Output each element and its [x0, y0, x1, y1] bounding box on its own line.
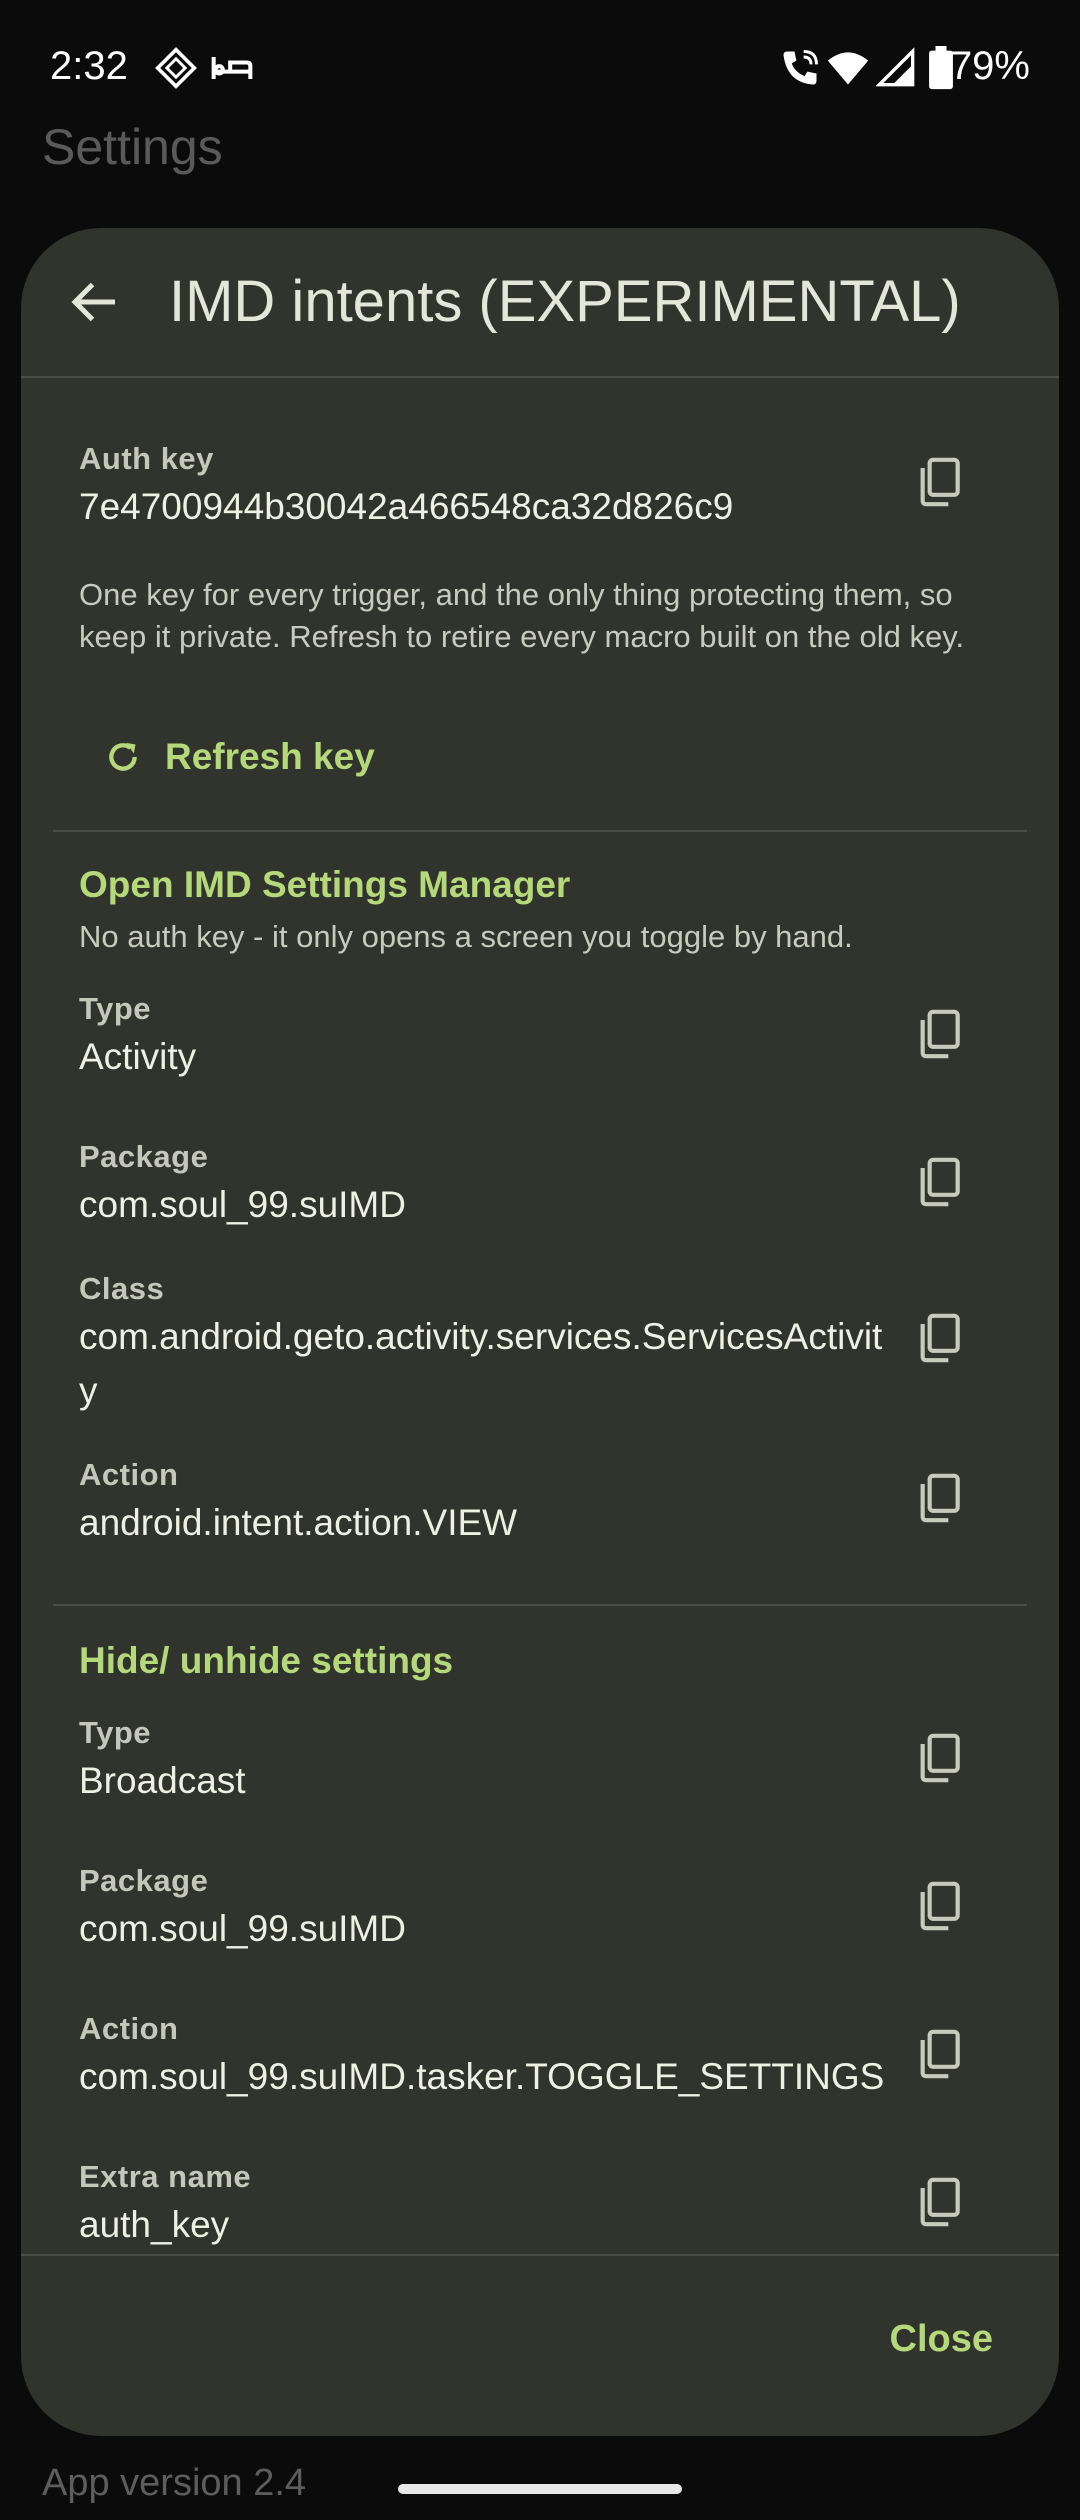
field-label: Auth key	[79, 441, 214, 476]
copy-icon	[920, 1733, 960, 1783]
copy-auth-key-button[interactable]	[911, 452, 967, 512]
copy-icon	[920, 457, 960, 507]
field-action: Action android.intent.action.VIEW	[79, 1454, 1009, 1550]
section-divider	[53, 1604, 1027, 1606]
field-package: Package com.soul_99.suIMD	[79, 1860, 1009, 1956]
close-button[interactable]: Close	[890, 2318, 993, 2361]
copy-icon	[920, 1881, 960, 1931]
field-label: Action	[79, 1457, 179, 1492]
field-value: 7e4700944b30042a466548ca32d826c9	[79, 486, 734, 527]
nfc-diamond-icon	[155, 47, 197, 89]
field-label: Package	[79, 1139, 209, 1174]
copy-type-button[interactable]	[911, 1728, 967, 1788]
field-value: com.android.geto.activity.services.Servi…	[79, 1316, 883, 1411]
field-value: auth_key	[79, 2204, 230, 2245]
copy-icon	[920, 1009, 960, 1059]
battery-percent: 79%	[949, 44, 1030, 88]
refresh-icon	[109, 742, 137, 771]
field-action: Action com.soul_99.suIMD.tasker.TOGGLE_S…	[79, 2008, 1009, 2104]
status-time: 2:32	[50, 44, 128, 88]
status-bar: 2:32 79%	[0, 0, 1080, 136]
copy-icon	[920, 2029, 960, 2079]
field-package: Package com.soul_99.suIMD	[79, 1136, 1009, 1232]
wifi-icon	[827, 52, 869, 85]
copy-extra-name-button[interactable]	[911, 2172, 967, 2232]
section-title-hide-unhide-settings: Hide/ unhide settings	[79, 1640, 454, 1681]
app-version: App version 2.4	[42, 2462, 307, 2504]
back-button[interactable]	[65, 272, 125, 332]
gesture-navigation-bar[interactable]	[398, 2484, 682, 2494]
copy-icon	[920, 1313, 960, 1363]
auth-key-field: Auth key 7e4700944b30042a466548ca32d826c…	[79, 438, 1009, 534]
field-label: Action	[79, 2011, 179, 2046]
copy-icon	[920, 1473, 960, 1523]
field-value: com.soul_99.suIMD	[79, 1908, 406, 1949]
field-label: Type	[79, 1715, 152, 1750]
refresh-key-label: Refresh key	[165, 736, 375, 777]
field-value: Broadcast	[79, 1760, 246, 1801]
settings-title: Settings	[42, 119, 223, 175]
copy-type-button[interactable]	[911, 1004, 967, 1064]
field-value: android.intent.action.VIEW	[79, 1502, 518, 1543]
imd-intents-dialog: IMD intents (EXPERIMENTAL) Auth key 7e47…	[21, 228, 1059, 2436]
field-value: Activity	[79, 1036, 197, 1077]
wifi-calling-icon	[783, 50, 818, 85]
section-note: No auth key - it only opens a screen you…	[79, 919, 853, 954]
copy-package-button[interactable]	[911, 1876, 967, 1936]
copy-icon	[920, 2177, 960, 2227]
field-label: Extra name	[79, 2159, 252, 2194]
field-label: Package	[79, 1863, 209, 1898]
copy-icon	[920, 1157, 960, 1207]
field-value: com.soul_99.suIMD	[79, 1184, 406, 1225]
field-extra-name: Extra name auth_key	[79, 2156, 1009, 2252]
bed-icon	[211, 57, 253, 79]
dialog-title: IMD intents (EXPERIMENTAL)	[169, 269, 961, 334]
field-class: Class com.android.geto.activity.services…	[79, 1268, 1009, 1418]
section-title-open-settings-manager: Open IMD Settings Manager	[79, 864, 571, 905]
dialog-content[interactable]: Auth key 7e4700944b30042a466548ca32d826c…	[21, 378, 1059, 2254]
refresh-key-button[interactable]: Refresh key	[103, 722, 375, 792]
auth-key-description: One key for every trigger, and the only …	[79, 577, 965, 654]
copy-action-button[interactable]	[911, 1468, 967, 1528]
field-type: Type Broadcast	[79, 1712, 1009, 1808]
field-value: com.soul_99.suIMD.tasker.TOGGLE_SETTINGS	[79, 2056, 885, 2097]
field-type: Type Activity	[79, 988, 1009, 1084]
section-divider	[53, 830, 1027, 832]
copy-package-button[interactable]	[911, 1152, 967, 1212]
footer-divider	[21, 2254, 1059, 2256]
field-label: Class	[79, 1271, 165, 1306]
copy-action-button[interactable]	[911, 2024, 967, 2084]
dialog-header: IMD intents (EXPERIMENTAL)	[21, 228, 1059, 376]
signal-icon	[876, 47, 915, 87]
arrow-back-icon	[71, 282, 115, 322]
field-label: Type	[79, 991, 152, 1026]
copy-class-button[interactable]	[911, 1308, 967, 1368]
